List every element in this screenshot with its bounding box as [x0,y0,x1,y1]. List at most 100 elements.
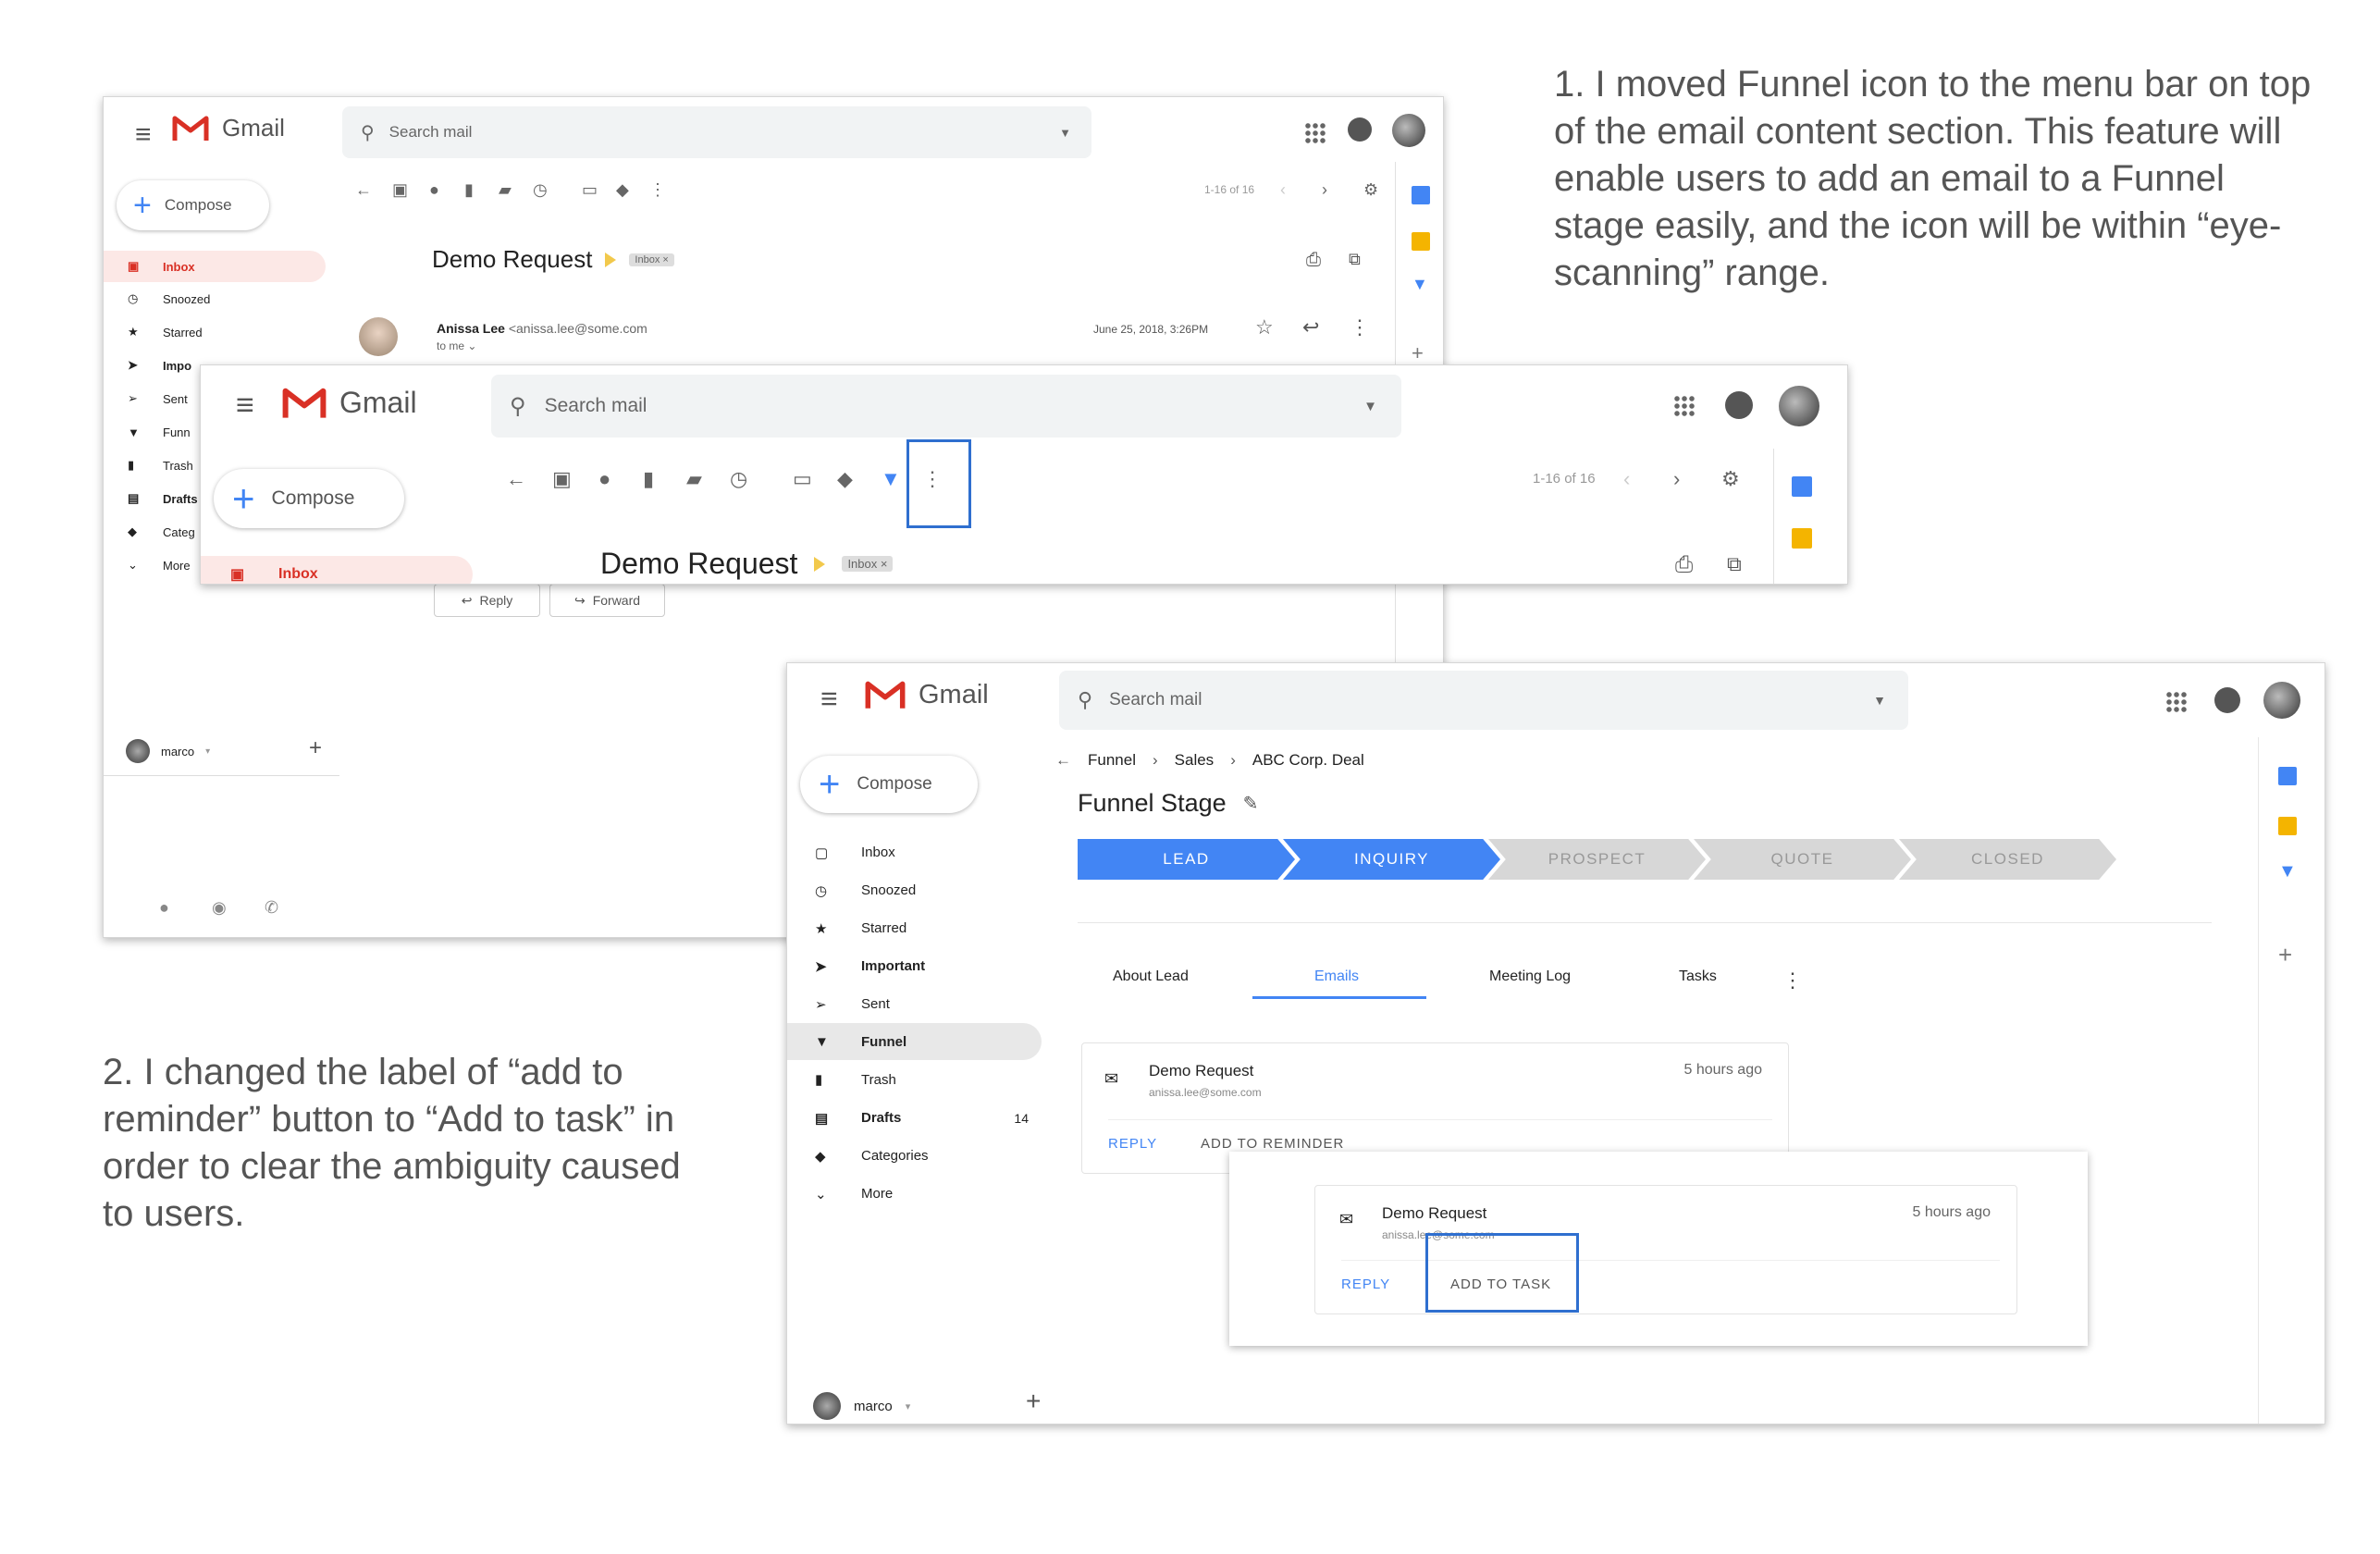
reply-button[interactable]: ↩ Reply [434,584,540,617]
compose-button[interactable]: + Compose [800,756,978,813]
open-new-window-icon[interactable]: ⧉ [1727,552,1742,576]
avatar[interactable] [1779,386,1819,426]
add-icon[interactable]: + [1026,1387,1041,1416]
stage-inquiry[interactable]: INQUIRY [1283,839,1500,880]
sidebar-item-sent[interactable]: ➢ Sent [787,985,1042,1023]
prev-page-icon[interactable]: ‹ [1280,180,1286,200]
user-switcher[interactable]: marco ▾ [813,1392,910,1420]
sidebar-item-important[interactable]: ➤ Important [787,947,1042,985]
sidebar-item-snoozed[interactable]: ◷ Snoozed [787,871,1042,909]
sidebar-item-starred[interactable]: ★ Starred [104,315,326,349]
reply-button[interactable]: REPLY [1341,1276,1390,1292]
calendar-icon[interactable] [2278,767,2297,785]
compose-button[interactable]: + Compose [117,180,269,230]
archive-icon[interactable]: ▣ [552,467,572,491]
sidebar-item-inbox[interactable]: ▣ Inbox [201,556,473,584]
next-page-icon[interactable]: › [1673,467,1680,491]
funnel-icon[interactable]: ▼ [881,467,901,491]
delete-icon[interactable]: ▮ [643,467,654,491]
mark-unread-icon[interactable]: ▰ [499,180,512,200]
back-icon[interactable]: ← [1055,751,1071,770]
gmail-logo[interactable]: Gmail [282,386,417,420]
sidebar-item-categories[interactable]: ◆ Categories [787,1137,1042,1175]
tab-meeting-log[interactable]: Meeting Log [1489,968,1571,985]
avatar[interactable] [2263,682,2300,719]
menu-icon[interactable]: ≡ [820,682,838,716]
stage-closed[interactable]: CLOSED [1899,839,2116,880]
notifications-icon[interactable] [1725,391,1753,419]
chevron-down-icon[interactable]: ▼ [1873,693,1886,708]
sidebar-item-inbox[interactable]: ▣ Inbox [104,251,326,282]
search-input[interactable]: Search mail [1109,690,1202,710]
sidebar-item-more[interactable]: ⌄ More [787,1175,1042,1213]
reply-icon[interactable]: ↩ [1302,315,1319,339]
menu-icon[interactable]: ≡ [236,388,254,424]
chevron-down-icon[interactable]: ▼ [1363,399,1377,414]
add-addon-icon[interactable]: + [1412,341,1424,365]
search-bar[interactable]: ⚲ Search mail ▼ [1059,671,1908,730]
label-icon[interactable]: ◆ [837,467,853,491]
label-icon[interactable]: ◆ [616,180,629,200]
stage-quote[interactable]: QUOTE [1694,839,1911,880]
keep-icon[interactable] [2278,817,2297,835]
add-to-reminder-button[interactable]: ADD TO REMINDER [1201,1136,1344,1152]
funnel-icon[interactable]: ▼ [1412,275,1428,294]
contacts-icon[interactable]: ● [159,898,169,918]
hangouts-icon[interactable]: ◉ [212,898,227,918]
calendar-icon[interactable] [1412,186,1430,204]
sidebar-item-trash[interactable]: ▮ Trash [787,1060,1042,1099]
reply-button[interactable]: REPLY [1108,1136,1157,1152]
archive-icon[interactable]: ▣ [392,180,408,200]
add-addon-icon[interactable]: + [2278,941,2292,969]
more-vert-icon[interactable]: ⋮ [649,180,666,200]
report-spam-icon[interactable]: ● [429,180,439,200]
breadcrumb-item[interactable]: Sales [1175,751,1215,770]
chevron-down-icon[interactable]: ▼ [1059,126,1071,140]
move-to-icon[interactable]: ▭ [793,467,812,491]
breadcrumb-item[interactable]: Funnel [1088,751,1136,770]
forward-button[interactable]: ↪ Forward [549,584,665,617]
sidebar-item-funnel[interactable]: ▼ Funnel [787,1023,1042,1060]
sidebar-item-drafts[interactable]: ▤ Drafts 14 [787,1099,1042,1137]
funnel-icon[interactable]: ▼ [2278,861,2297,882]
gmail-logo[interactable]: Gmail [172,114,285,142]
inbox-chip[interactable]: Inbox × [629,253,674,266]
user-switcher[interactable]: marco ▾ [126,739,210,763]
recipient[interactable]: to me ⌄ [437,339,647,352]
add-icon[interactable]: + [309,735,322,761]
delete-icon[interactable]: ▮ [464,180,474,200]
stage-prospect[interactable]: PROSPECT [1488,839,1706,880]
search-input[interactable]: Search mail [389,123,473,142]
mark-unread-icon[interactable]: ▰ [686,467,702,491]
important-marker-icon[interactable] [605,252,617,267]
menu-icon[interactable]: ≡ [135,119,152,151]
sidebar-item-starred[interactable]: ★ Starred [787,909,1042,947]
snooze-icon[interactable]: ◷ [730,467,747,491]
tab-tasks[interactable]: Tasks [1679,968,1717,985]
phone-icon[interactable]: ✆ [265,898,278,918]
edit-icon[interactable]: ✎ [1243,792,1259,815]
search-bar[interactable]: ⚲ Search mail ▼ [491,375,1401,438]
sidebar-item-inbox[interactable]: ▢ Inbox [787,833,1042,871]
keep-icon[interactable] [1412,232,1430,251]
print-icon[interactable]: ⎙ [1675,552,1693,578]
next-page-icon[interactable]: › [1322,180,1327,200]
more-vert-icon[interactable]: ⋮ [1350,315,1370,339]
compose-button[interactable]: + Compose [214,469,404,528]
calendar-icon[interactable] [1792,476,1812,497]
avatar[interactable] [1392,114,1425,147]
notifications-icon[interactable] [2214,687,2240,713]
move-to-icon[interactable]: ▭ [582,180,598,200]
breadcrumb-item[interactable]: ABC Corp. Deal [1252,751,1364,770]
apps-grid-icon[interactable] [1304,122,1326,144]
back-icon[interactable]: ← [506,467,526,491]
search-bar[interactable]: ⚲ Search mail ▼ [342,106,1091,158]
more-vert-icon[interactable]: ⋮ [1782,968,1803,993]
stage-lead[interactable]: LEAD [1078,839,1295,880]
apps-grid-icon[interactable] [2165,691,2188,713]
open-new-window-icon[interactable]: ⧉ [1349,250,1361,269]
tab-emails[interactable]: Emails [1314,968,1359,985]
gmail-logo[interactable]: Gmail [865,680,989,710]
keep-icon[interactable] [1792,528,1812,549]
back-icon[interactable]: ← [355,180,372,200]
